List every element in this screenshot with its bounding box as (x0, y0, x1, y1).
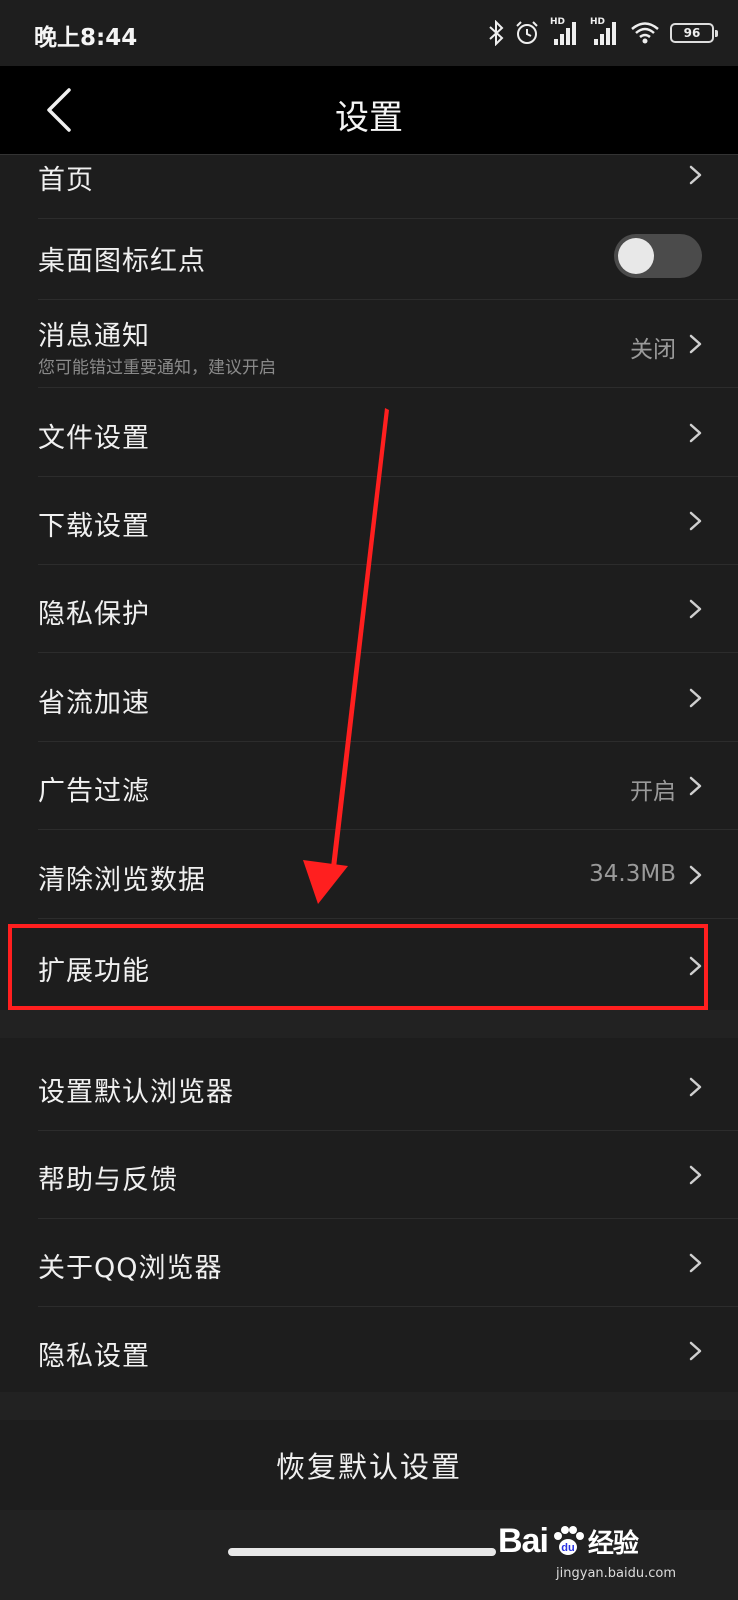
settings-item-file[interactable]: 文件设置 (38, 389, 738, 477)
settings-item-label: 隐私设置 (38, 1341, 150, 1372)
baidu-watermark: Bai du 经验 jingyan.baidu.com (498, 1516, 698, 1582)
bluetooth-icon (488, 20, 504, 46)
battery-icon: 96 (670, 23, 718, 43)
status-bar: 晚上8:44 HD HD 96 (0, 0, 738, 66)
chevron-right-icon (684, 504, 708, 538)
settings-item-label: 桌面图标红点 (38, 246, 206, 277)
signal-2-icon: HD (590, 17, 620, 47)
settings-item-value: 关闭 (630, 337, 676, 363)
settings-item-label: 设置默认浏览器 (38, 1077, 234, 1108)
settings-item-label: 关于QQ浏览器 (38, 1253, 223, 1284)
settings-item-label: 省流加速 (38, 688, 150, 719)
chevron-right-icon (684, 1158, 708, 1192)
toggle-knob (618, 238, 654, 274)
settings-group-main: 首页 桌面图标红点 消息通知 您可能错过重要通知，建议开启 关闭 文件设置 下载… (0, 155, 738, 1010)
watermark-url: jingyan.baidu.com (556, 1566, 676, 1581)
settings-item-ad-filter[interactable]: 广告过滤 开启 (38, 742, 738, 830)
chevron-right-icon (684, 858, 708, 892)
settings-item-data-saver[interactable]: 省流加速 (38, 654, 738, 742)
settings-item-home[interactable]: 首页 (38, 131, 738, 219)
settings-item-download[interactable]: 下载设置 (38, 477, 738, 565)
settings-item-privacy-settings[interactable]: 隐私设置 (38, 1307, 738, 1395)
desktop-badge-toggle[interactable] (614, 234, 702, 278)
chevron-right-icon (684, 681, 708, 715)
status-time: 晚上8:44 (34, 25, 138, 51)
section-gap (0, 1392, 738, 1420)
chevron-right-icon (684, 158, 708, 192)
chevron-right-icon (684, 769, 708, 803)
home-indicator[interactable] (228, 1548, 496, 1556)
settings-item-label: 清除浏览数据 (38, 865, 206, 896)
settings-item-clear-data[interactable]: 清除浏览数据 34.3MB (38, 831, 738, 919)
battery-level: 96 (683, 26, 701, 40)
chevron-right-icon (684, 949, 708, 983)
wifi-icon (630, 21, 660, 45)
svg-text:du: du (561, 1542, 574, 1554)
status-icons: HD HD 96 (488, 17, 718, 48)
settings-item-label: 广告过滤 (38, 776, 150, 807)
settings-item-value: 34.3MB (589, 861, 676, 887)
watermark-brand-suffix: 经验 (587, 1527, 639, 1558)
chevron-right-icon (684, 1334, 708, 1368)
settings-item-extensions[interactable]: 扩展功能 (38, 922, 738, 1010)
watermark-brand: Bai (498, 1521, 549, 1560)
settings-item-label: 消息通知 (38, 321, 150, 352)
section-gap (0, 1010, 738, 1038)
settings-item-about[interactable]: 关于QQ浏览器 (38, 1219, 738, 1307)
settings-item-desktop-badge: 桌面图标红点 (38, 212, 738, 300)
signal-1-icon: HD (550, 17, 580, 47)
settings-item-label: 文件设置 (38, 423, 150, 454)
settings-item-label: 首页 (38, 165, 94, 196)
settings-item-subtitle: 您可能错过重要通知，建议开启 (38, 358, 276, 378)
alarm-icon (514, 20, 540, 46)
chevron-right-icon (684, 327, 708, 361)
settings-group-secondary: 设置默认浏览器 帮助与反馈 关于QQ浏览器 隐私设置 (0, 1038, 738, 1392)
chevron-right-icon (684, 592, 708, 626)
settings-item-help-feedback[interactable]: 帮助与反馈 (38, 1131, 738, 1219)
settings-item-value: 开启 (630, 779, 676, 805)
chevron-right-icon (684, 1246, 708, 1280)
chevron-right-icon (684, 416, 708, 450)
settings-item-label: 隐私保护 (38, 599, 150, 630)
settings-item-privacy-protection[interactable]: 隐私保护 (38, 565, 738, 653)
paw-logo-icon: du (553, 1526, 584, 1555)
reset-defaults-button[interactable]: 恢复默认设置 (0, 1420, 738, 1510)
settings-item-label: 扩展功能 (38, 956, 150, 987)
settings-item-default-browser[interactable]: 设置默认浏览器 (38, 1043, 738, 1131)
settings-item-notifications[interactable]: 消息通知 您可能错过重要通知，建议开启 关闭 (38, 300, 738, 388)
settings-item-label: 帮助与反馈 (38, 1165, 178, 1196)
chevron-right-icon (684, 1070, 708, 1104)
settings-item-label: 下载设置 (38, 511, 150, 542)
